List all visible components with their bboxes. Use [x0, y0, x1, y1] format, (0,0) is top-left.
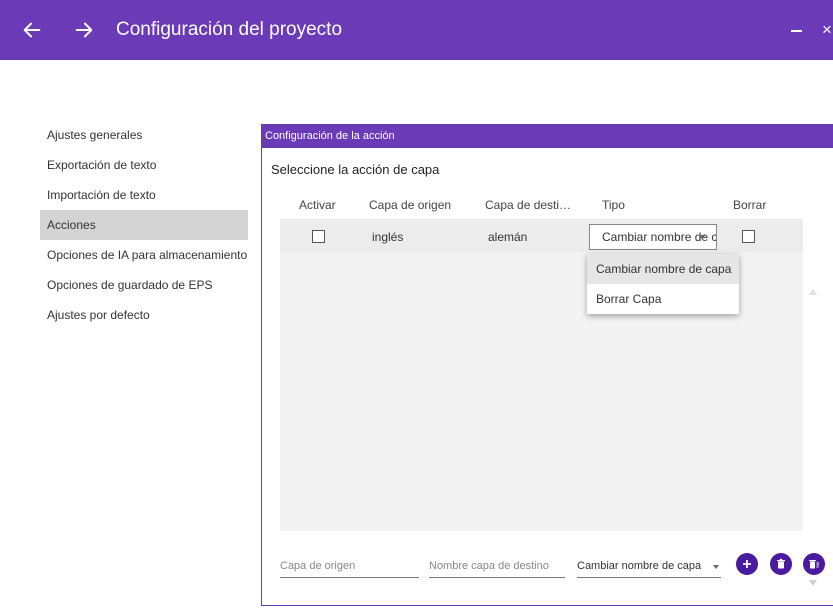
column-header-tipo[interactable]: Tipo: [602, 198, 625, 212]
sidebar-item-ajustes-generales[interactable]: Ajustes generales: [40, 120, 248, 150]
dropdown-option-cambiar[interactable]: Cambiar nombre de capa: [587, 254, 739, 284]
activar-checkbox[interactable]: [312, 230, 325, 243]
sidebar: Ajustes generales Exportación de texto I…: [40, 120, 248, 330]
action-config-panel: Configuración de la acción Seleccione la…: [261, 124, 833, 606]
delete-all-icon[interactable]: [803, 553, 825, 575]
sidebar-item-acciones[interactable]: Acciones: [40, 210, 248, 240]
sidebar-item-exportacion[interactable]: Exportación de texto: [40, 150, 248, 180]
column-header-activar[interactable]: Activar: [299, 198, 336, 212]
tipo-field-select[interactable]: Cambiar nombre de capa: [577, 556, 721, 578]
tipo-field-value: Cambiar nombre de capa: [577, 560, 702, 572]
dropdown-option-borrar[interactable]: Borrar Capa: [587, 284, 739, 314]
column-header-destino[interactable]: Capa de desti…: [485, 198, 571, 212]
add-action-bar: Capa de origen Nombre capa de destino Ca…: [262, 553, 833, 586]
forward-arrow-icon[interactable]: [70, 16, 98, 44]
scroll-up-icon[interactable]: [809, 289, 817, 295]
column-header-origen[interactable]: Capa de origen: [369, 198, 451, 212]
cell-origen: inglés: [372, 230, 404, 244]
destino-input[interactable]: Nombre capa de destino: [429, 556, 565, 578]
panel-header: Configuración de la acción: [262, 124, 833, 148]
origen-input[interactable]: Capa de origen: [280, 556, 419, 578]
chevron-down-icon: [698, 235, 706, 239]
cell-destino: alemán: [488, 230, 528, 244]
table-header: Activar Capa de origen Capa de desti… Ti…: [280, 187, 803, 220]
window-title: Configuración del proyecto: [116, 19, 343, 40]
chevron-down-icon: [713, 565, 719, 569]
sidebar-item-importacion[interactable]: Importación de texto: [40, 180, 248, 210]
column-header-borrar[interactable]: Borrar: [733, 198, 766, 212]
add-icon[interactable]: [736, 553, 758, 575]
tipo-select[interactable]: Cambiar nombre de capa: [589, 224, 717, 250]
close-icon[interactable]: ×: [822, 20, 832, 40]
minimize-icon[interactable]: [786, 18, 806, 42]
sidebar-item-opciones-ia[interactable]: Opciones de IA para almacenamiento: [40, 240, 248, 270]
sidebar-item-ajustes-defecto[interactable]: Ajustes por defecto: [40, 300, 248, 330]
actions-table: Activar Capa de origen Capa de desti… Ti…: [280, 187, 817, 586]
tipo-dropdown-menu: Cambiar nombre de capa Borrar Capa: [587, 254, 739, 314]
table-row[interactable]: inglés alemán Cambiar nombre de capa: [280, 221, 803, 252]
delete-icon[interactable]: [770, 553, 792, 575]
title-bar: Configuración del proyecto ×: [0, 0, 833, 60]
panel-subtitle: Seleccione la acción de capa: [271, 162, 440, 177]
back-arrow-icon[interactable]: [18, 16, 46, 44]
sidebar-item-opciones-eps[interactable]: Opciones de guardado de EPS: [40, 270, 248, 300]
borrar-checkbox[interactable]: [742, 230, 755, 243]
